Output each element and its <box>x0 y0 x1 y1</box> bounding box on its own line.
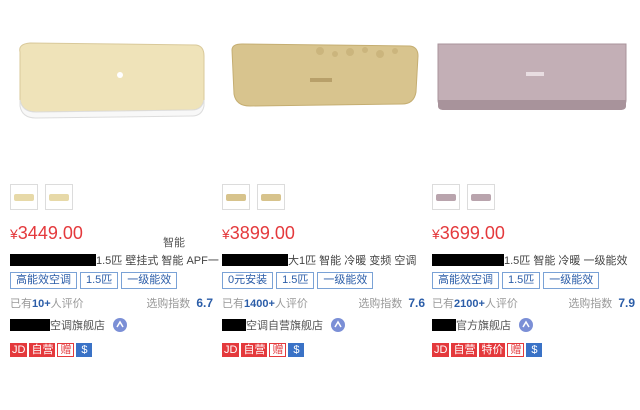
review-meta: 已有2100+人评价 选购指数 7.9 <box>432 296 635 310</box>
jd-badge: JD <box>10 343 28 357</box>
tag[interactable]: 一级能效 <box>121 272 178 289</box>
purchase-index: 选购指数 6.7 <box>146 296 213 310</box>
self-operated-badge: 自营 <box>451 343 478 357</box>
thumbnail[interactable] <box>467 184 496 210</box>
redacted-brand <box>10 254 96 266</box>
purchase-index: 选购指数 7.6 <box>358 296 425 310</box>
redacted-brand <box>432 254 504 266</box>
tag[interactable]: 1.5匹 <box>80 272 119 289</box>
product-card[interactable]: ¥3449.00 智能 1.5匹 壁挂式 智能 APF一 高能效空调 1.5匹 一级… <box>8 0 220 410</box>
redacted-brand <box>222 319 246 331</box>
tag-list: 0元安装 1.5匹 一级能效 <box>222 270 376 289</box>
redacted-brand <box>432 319 456 331</box>
shop-name[interactable]: 空调旗舰店 <box>10 317 128 333</box>
price: ¥3899.00 <box>222 223 295 243</box>
tag-list: 高能效空调 1.5匹 一级能效 <box>10 270 180 289</box>
tag[interactable]: 0元安装 <box>222 272 274 289</box>
tag[interactable]: 高能效空调 <box>10 272 77 289</box>
badge-list: JD 自营 特价赠 $ <box>432 340 544 358</box>
money-bag-icon: $ <box>288 343 305 357</box>
price: ¥3699.00 <box>432 223 505 243</box>
thumbnail[interactable] <box>222 184 250 210</box>
thumbnail[interactable] <box>257 184 286 210</box>
tag-list: 高能效空调 1.5匹 一级能效 <box>432 270 602 289</box>
tag[interactable]: 一级能效 <box>543 272 600 289</box>
redacted-brand <box>10 319 50 331</box>
purchase-index: 选购指数 7.9 <box>568 296 635 310</box>
thumbnail[interactable] <box>45 184 74 210</box>
tag[interactable]: 1.5匹 <box>276 272 315 289</box>
special-price-badge: 特价 <box>479 343 506 357</box>
thumbnail-list <box>432 184 498 210</box>
product-card[interactable]: ¥3699.00 1.5匹 智能 冷暖 一级能效 高能效空调 1.5匹 一级能效 已… <box>430 0 640 410</box>
price: ¥3449.00 <box>10 223 83 243</box>
review-count[interactable]: 10+ <box>32 298 51 310</box>
self-operated-badge: 自营 <box>241 343 268 357</box>
tag[interactable]: 高能效空调 <box>432 272 499 289</box>
thumbnail-list <box>10 184 76 210</box>
jd-badge: JD <box>432 343 450 357</box>
product-card[interactable]: ¥3899.00 大1匹 智能 冷暖 变频 空调 0元安装 1.5匹 一级能效 已有… <box>220 0 430 410</box>
gift-badge: 赠 <box>269 343 287 357</box>
review-count[interactable]: 2100+ <box>454 298 485 310</box>
gift-badge: 赠 <box>57 343 75 357</box>
money-bag-icon: $ <box>526 343 543 357</box>
redacted-brand <box>222 254 288 266</box>
money-bag-icon: $ <box>76 343 93 357</box>
shop-name[interactable]: 官方旗舰店 <box>432 317 534 333</box>
product-image[interactable] <box>8 30 208 130</box>
self-operated-badge: 自营 <box>29 343 56 357</box>
thumbnail[interactable] <box>10 184 38 210</box>
product-image[interactable] <box>430 30 630 130</box>
chat-bubble-icon[interactable] <box>112 317 128 333</box>
thumbnail[interactable] <box>432 184 460 210</box>
jd-badge: JD <box>222 343 240 357</box>
review-meta: 已有1400+人评价 选购指数 7.6 <box>222 296 425 310</box>
shop-name[interactable]: 空调自营旗舰店 <box>222 317 346 333</box>
badge-list: JD 自营赠 $ <box>222 340 306 358</box>
chat-bubble-icon[interactable] <box>518 317 534 333</box>
product-title[interactable]: 1.5匹 壁挂式 智能 APF一 <box>10 254 220 268</box>
tag[interactable]: 一级能效 <box>317 272 374 289</box>
feature-label: 智能 <box>163 237 185 249</box>
badge-list: JD 自营赠 $ <box>10 340 94 358</box>
chat-bubble-icon[interactable] <box>330 317 346 333</box>
product-title[interactable]: 大1匹 智能 冷暖 变频 空调 <box>222 254 432 268</box>
gift-badge: 赠 <box>507 343 525 357</box>
thumbnail-list <box>222 184 288 210</box>
product-image[interactable] <box>220 30 420 130</box>
review-count[interactable]: 1400+ <box>244 298 275 310</box>
product-title[interactable]: 1.5匹 智能 冷暖 一级能效 <box>432 254 640 268</box>
tag[interactable]: 1.5匹 <box>502 272 541 289</box>
review-meta: 已有10+人评价 选购指数 6.7 <box>10 296 213 310</box>
